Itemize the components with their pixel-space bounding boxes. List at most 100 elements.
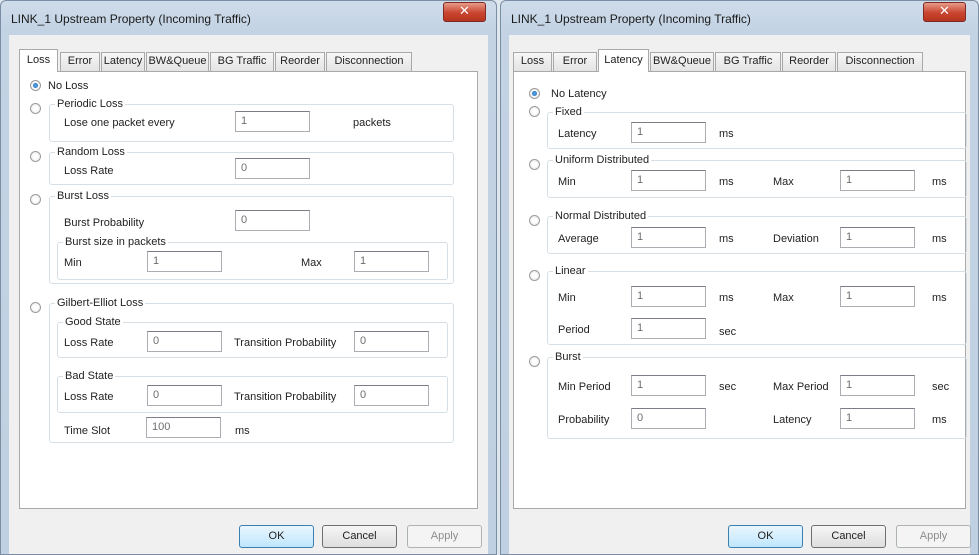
burst-min-input[interactable]: 1 (147, 251, 222, 272)
tab-latency[interactable]: Latency (101, 52, 145, 71)
latency-panel: No Latency Fixed Latency 1 ms Uniform Di… (513, 71, 967, 509)
burst-size-legend: Burst size in packets (63, 236, 168, 249)
burst-probability-input[interactable]: 0 (631, 408, 706, 429)
linear-max-label: Max (773, 292, 794, 304)
uniform-max-unit: ms (932, 176, 947, 188)
tab-bg-traffic[interactable]: BG Traffic (210, 52, 274, 71)
tab-reorder[interactable]: Reorder (275, 52, 325, 71)
uniform-min-unit: ms (719, 176, 734, 188)
bad-loss-rate-input[interactable]: 0 (147, 385, 222, 406)
periodic-loss-unit: packets (353, 117, 391, 129)
bad-transition-label: Transition Probability (234, 391, 337, 403)
burst-loss-group: Burst Loss Burst Probability 0 Burst siz… (49, 190, 454, 284)
normal-average-input[interactable]: 1 (631, 227, 706, 248)
burst-max-period-label: Max Period (773, 381, 829, 393)
good-transition-input[interactable]: 0 (354, 331, 429, 352)
normal-average-label: Average (558, 233, 599, 245)
apply-button[interactable]: Apply (407, 525, 482, 548)
burst-loss-radio[interactable] (30, 194, 41, 205)
close-icon[interactable]: ✕ (443, 2, 486, 22)
burst-min-period-label: Min Period (558, 381, 611, 393)
random-loss-legend: Random Loss (55, 146, 127, 159)
gilbert-elliot-group: Gilbert-Elliot Loss Good State Loss Rate… (49, 297, 454, 443)
tab-error[interactable]: Error (60, 52, 100, 71)
tab-disconnection[interactable]: Disconnection (837, 52, 923, 71)
burst-probability-input[interactable]: 0 (235, 210, 310, 231)
fixed-latency-unit: ms (719, 128, 734, 140)
gilbert-elliot-radio[interactable] (30, 302, 41, 313)
fixed-latency-label: Latency (558, 128, 597, 140)
burst-probability-label: Burst Probability (64, 217, 145, 229)
bad-loss-rate-label: Loss Rate (64, 391, 114, 403)
loss-panel: No Loss Periodic Loss Lose one packet ev… (19, 71, 478, 509)
random-loss-group: Random Loss Loss Rate 0 (49, 146, 454, 185)
window-title: LINK_1 Upstream Property (Incoming Traff… (511, 12, 751, 26)
uniform-min-label: Min (558, 176, 576, 188)
normal-group: Normal Distributed Average 1 ms Deviatio… (547, 210, 967, 254)
fixed-latency-input[interactable]: 1 (631, 122, 706, 143)
burst-max-input[interactable]: 1 (354, 251, 429, 272)
tab-error[interactable]: Error (553, 52, 597, 71)
tab-latency[interactable]: Latency (598, 49, 649, 72)
tab-bw-queue[interactable]: BW&Queue (650, 52, 714, 71)
ok-button[interactable]: OK (239, 525, 314, 548)
ok-button[interactable]: OK (728, 525, 803, 548)
burst-latency-input[interactable]: 1 (840, 408, 915, 429)
cancel-button[interactable]: Cancel (811, 525, 886, 548)
latency-properties-dialog: LINK_1 Upstream Property (Incoming Traff… (500, 0, 979, 555)
linear-period-input[interactable]: 1 (631, 318, 706, 339)
apply-button[interactable]: Apply (896, 525, 971, 548)
burst-legend: Burst (553, 351, 583, 364)
periodic-loss-group: Periodic Loss Lose one packet every 1 pa… (49, 98, 454, 142)
tab-loss[interactable]: Loss (513, 52, 552, 71)
linear-min-input[interactable]: 1 (631, 286, 706, 307)
time-slot-unit: ms (235, 425, 250, 437)
tab-reorder[interactable]: Reorder (782, 52, 836, 71)
random-loss-rate-input[interactable]: 0 (235, 158, 310, 179)
periodic-loss-radio[interactable] (30, 103, 41, 114)
linear-min-label: Min (558, 292, 576, 304)
good-loss-rate-input[interactable]: 0 (147, 331, 222, 352)
good-state-legend: Good State (63, 316, 123, 329)
linear-group: Linear Min 1 ms Max 1 ms Period 1 sec (547, 265, 967, 345)
cancel-button[interactable]: Cancel (322, 525, 397, 548)
bad-state-legend: Bad State (63, 370, 116, 383)
tab-bw-queue[interactable]: BW&Queue (146, 52, 209, 71)
burst-max-period-unit: sec (932, 381, 950, 393)
tab-bg-traffic[interactable]: BG Traffic (715, 52, 781, 71)
uniform-min-input[interactable]: 1 (631, 170, 706, 191)
tab-disconnection[interactable]: Disconnection (326, 52, 412, 71)
burst-max-period-input[interactable]: 1 (840, 375, 915, 396)
burst-min-label: Min (64, 257, 82, 269)
good-transition-label: Transition Probability (234, 337, 337, 349)
uniform-radio[interactable] (529, 159, 540, 170)
title-bar[interactable]: LINK_1 Upstream Property (Incoming Traff… (501, 1, 978, 35)
no-loss-radio[interactable] (30, 80, 41, 91)
linear-legend: Linear (553, 265, 588, 278)
tab-loss[interactable]: Loss (19, 49, 58, 72)
time-slot-label: Time Slot (64, 425, 111, 437)
time-slot-input[interactable]: 100 (146, 417, 221, 438)
burst-radio[interactable] (529, 356, 540, 367)
burst-min-period-input[interactable]: 1 (631, 375, 706, 396)
normal-deviation-input[interactable]: 1 (840, 227, 915, 248)
uniform-max-input[interactable]: 1 (840, 170, 915, 191)
no-latency-radio[interactable] (529, 88, 540, 99)
periodic-loss-input[interactable]: 1 (235, 111, 310, 132)
linear-max-input[interactable]: 1 (840, 286, 915, 307)
no-latency-label: No Latency (551, 88, 607, 100)
loss-properties-dialog: LINK_1 Upstream Property (Incoming Traff… (0, 0, 497, 555)
title-bar[interactable]: LINK_1 Upstream Property (Incoming Traff… (1, 1, 496, 35)
linear-max-unit: ms (932, 292, 947, 304)
normal-radio[interactable] (529, 215, 540, 226)
fixed-radio[interactable] (529, 106, 540, 117)
dialog-client: Loss Error Latency BW&Queue BG Traffic R… (509, 35, 971, 554)
linear-radio[interactable] (529, 270, 540, 281)
burst-min-period-unit: sec (719, 381, 737, 393)
normal-deviation-label: Deviation (773, 233, 819, 245)
random-loss-radio[interactable] (30, 151, 41, 162)
bad-transition-input[interactable]: 0 (354, 385, 429, 406)
close-icon[interactable]: ✕ (923, 2, 966, 22)
linear-period-label: Period (558, 324, 590, 336)
normal-legend: Normal Distributed (553, 210, 649, 223)
